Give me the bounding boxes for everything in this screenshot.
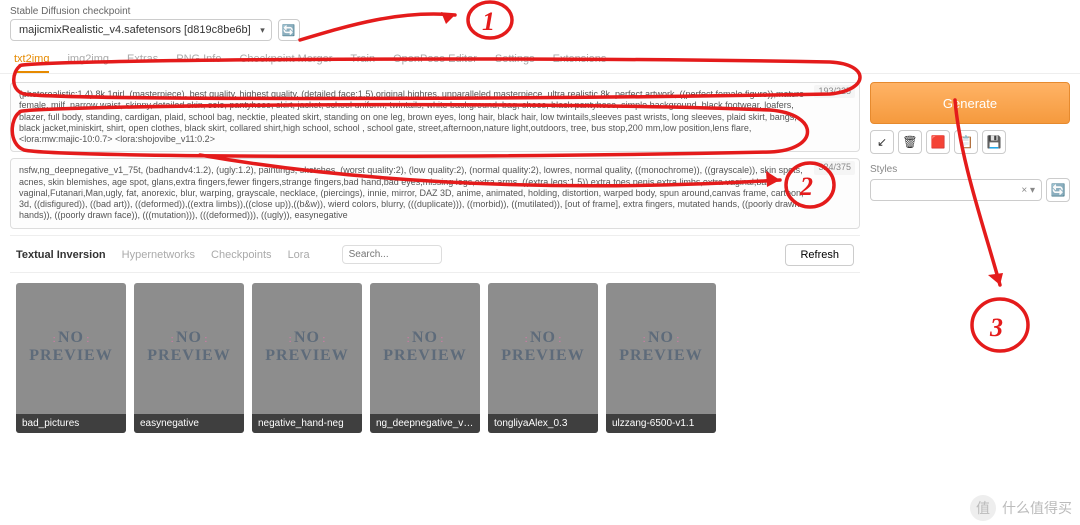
refresh-checkpoint-button[interactable]: 🔄 — [278, 19, 300, 41]
tool-button-3[interactable]: 📋 — [954, 130, 978, 154]
checkpoint-select[interactable]: majicmixRealistic_v4.safetensors [d819c8… — [10, 19, 272, 41]
tab-checkpoint-merger[interactable]: Checkpoint Merger — [239, 53, 332, 73]
no-preview-placeholder: : NO :PREVIEW — [606, 283, 716, 411]
tab-txt2img[interactable]: txt2img — [14, 53, 49, 73]
tab-extras[interactable]: Extras — [127, 53, 158, 73]
styles-select[interactable]: × ▾ — [870, 179, 1042, 201]
subtab-textual-inversion[interactable]: Textual Inversion — [16, 249, 106, 261]
checkpoint-label: Stable Diffusion checkpoint — [10, 6, 1070, 17]
preview-card[interactable]: : NO :PREVIEW ulzzang-6500-v1.1 — [606, 283, 716, 433]
no-preview-placeholder: : NO :PREVIEW — [16, 283, 126, 411]
preview-card[interactable]: : NO :PREVIEW tongliyaAlex_0.3 — [488, 283, 598, 433]
negative-counter: 324/375 — [814, 161, 855, 174]
tool-row: ↙🗑🟥📋💾 — [870, 130, 1070, 154]
subtab-hypernetworks[interactable]: Hypernetworks — [122, 249, 195, 261]
tab-settings[interactable]: Settings — [495, 53, 535, 73]
prompt-counter: 193/225 — [814, 85, 855, 98]
tab-png-info[interactable]: PNG Info — [176, 53, 221, 73]
checkpoint-value: majicmixRealistic_v4.safetensors [d819c8… — [19, 24, 251, 36]
refresh-styles-button[interactable]: 🔄 — [1046, 178, 1070, 202]
card-label: bad_pictures — [16, 414, 126, 433]
tool-button-1[interactable]: 🗑 — [898, 130, 922, 154]
negative-prompt-text: nsfw,ng_deepnegative_v1_75t, (badhandv4:… — [19, 165, 804, 220]
search-input[interactable] — [342, 245, 442, 264]
watermark-text: 什么值得买 — [1002, 498, 1072, 518]
no-preview-placeholder: : NO :PREVIEW — [370, 283, 480, 411]
styles-label: Styles — [870, 164, 1070, 175]
tool-button-4[interactable]: 💾 — [982, 130, 1006, 154]
main-tabs: txt2img img2img Extras PNG Info Checkpoint M… — [0, 43, 1080, 74]
preview-card[interactable]: : NO :PREVIEW bad_pictures — [16, 283, 126, 433]
preview-card[interactable]: : NO :PREVIEW negative_hand-neg — [252, 283, 362, 433]
chevron-down-icon: ▾ — [260, 25, 265, 36]
prompt-textarea[interactable]: (photorealistic:1.4),8k,1girl, (masterpi… — [10, 82, 860, 152]
prompt-text: (photorealistic:1.4),8k,1girl, (masterpi… — [19, 89, 804, 144]
refresh-button[interactable]: Refresh — [785, 244, 854, 266]
card-label: negative_hand-neg — [252, 414, 362, 433]
preview-cards: : NO :PREVIEW bad_pictures : NO :PREVIEW ea… — [10, 273, 860, 443]
preview-card[interactable]: : NO :PREVIEW easynegative — [134, 283, 244, 433]
card-label: tongliyaAlex_0.3 — [488, 414, 598, 433]
generate-button[interactable]: Generate — [870, 82, 1070, 124]
styles-value: × ▾ — [1021, 185, 1035, 196]
tab-train[interactable]: Train — [350, 53, 375, 73]
tab-extensions[interactable]: Extensions — [553, 53, 607, 73]
refresh-icon: 🔄 — [282, 24, 296, 37]
no-preview-placeholder: : NO :PREVIEW — [134, 283, 244, 411]
no-preview-placeholder: : NO :PREVIEW — [488, 283, 598, 411]
watermark: 值 什么值得买 — [970, 495, 1072, 521]
tab-img2img[interactable]: img2img — [67, 53, 109, 73]
subtab-lora[interactable]: Lora — [288, 249, 310, 261]
card-label: ulzzang-6500-v1.1 — [606, 414, 716, 433]
subtab-checkpoints[interactable]: Checkpoints — [211, 249, 272, 261]
no-preview-placeholder: : NO :PREVIEW — [252, 283, 362, 411]
extra-networks-tabs: Textual Inversion Hypernetworks Checkpoint… — [10, 235, 860, 273]
tool-button-2[interactable]: 🟥 — [926, 130, 950, 154]
refresh-icon: 🔄 — [1051, 183, 1066, 197]
watermark-logo-icon: 值 — [970, 495, 996, 521]
preview-card[interactable]: : NO :PREVIEW ng_deepnegative_v1_75t — [370, 283, 480, 433]
tool-button-0[interactable]: ↙ — [870, 130, 894, 154]
tab-openpose-editor[interactable]: OpenPose Editor — [393, 53, 477, 73]
negative-prompt-textarea[interactable]: nsfw,ng_deepnegative_v1_75t, (badhandv4:… — [10, 158, 860, 228]
card-label: easynegative — [134, 414, 244, 433]
card-label: ng_deepnegative_v1_75t — [370, 414, 480, 433]
